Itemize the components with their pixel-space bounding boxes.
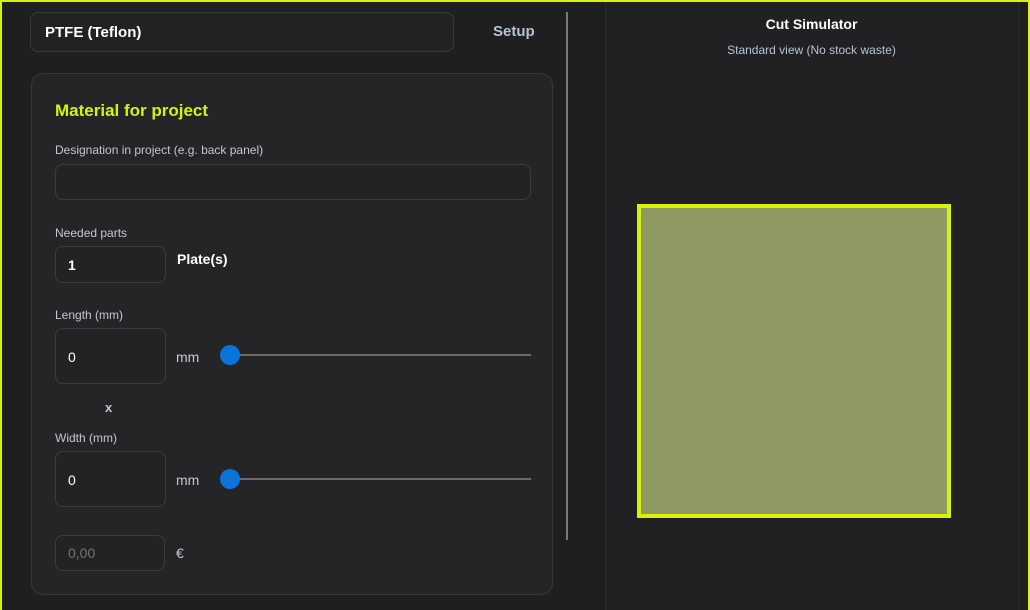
designation-label: Designation in project (e.g. back panel): [55, 143, 264, 157]
material-select-value: PTFE (Teflon): [45, 24, 142, 41]
pane-divider[interactable]: [566, 12, 568, 540]
needed-parts-label: Needed parts: [55, 226, 128, 240]
setup-link[interactable]: Setup: [493, 23, 535, 40]
length-label: Length (mm): [55, 308, 124, 322]
length-slider-thumb[interactable]: [220, 345, 240, 365]
plate-preview: [637, 204, 951, 518]
price-input[interactable]: [55, 535, 165, 571]
width-slider-thumb[interactable]: [220, 469, 240, 489]
simulator-subtitle: Standard view (No stock waste): [727, 43, 896, 57]
needed-parts-value: 1: [68, 257, 76, 273]
width-slider-track[interactable]: [230, 478, 531, 480]
card-title: Material for project: [55, 101, 209, 120]
length-input[interactable]: 0: [55, 328, 166, 384]
material-select[interactable]: PTFE (Teflon): [30, 12, 454, 52]
length-unit: mm: [176, 349, 200, 365]
width-unit: mm: [176, 472, 200, 488]
length-value: 0: [68, 349, 76, 365]
needed-parts-input[interactable]: 1: [55, 246, 166, 283]
width-value: 0: [68, 472, 76, 488]
currency-symbol: €: [176, 545, 184, 561]
plates-unit-label: Plate(s): [177, 251, 228, 267]
width-input[interactable]: 0: [55, 451, 166, 507]
width-label: Width (mm): [55, 431, 117, 445]
length-slider-track[interactable]: [230, 354, 531, 356]
simulator-title: Cut Simulator: [765, 16, 858, 32]
designation-input[interactable]: [55, 164, 531, 200]
multiply-symbol: x: [105, 400, 113, 415]
